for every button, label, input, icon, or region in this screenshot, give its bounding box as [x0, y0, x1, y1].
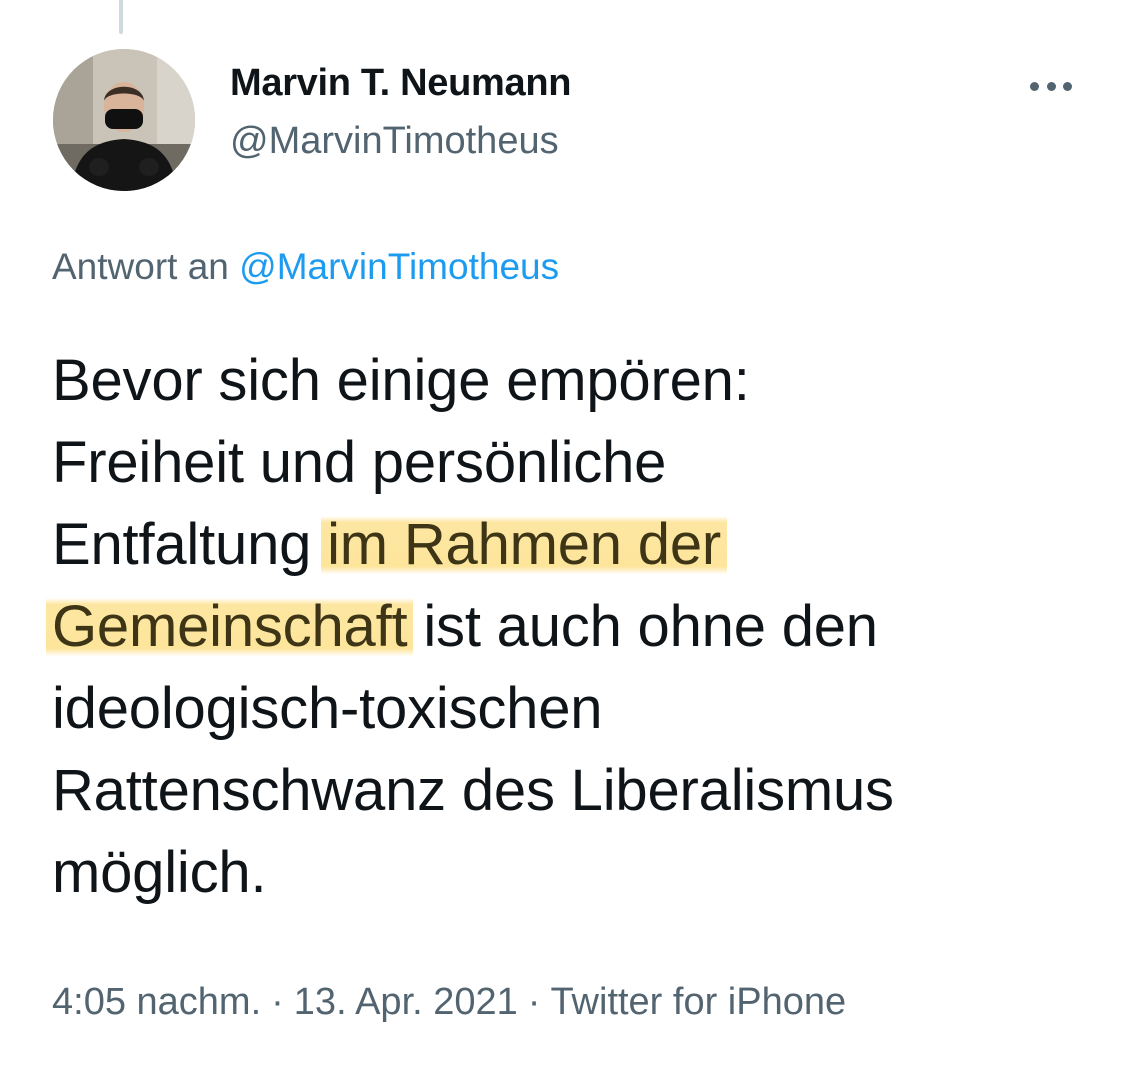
tweet-text-line: Gemeinschaft ist auch ohne den — [46, 586, 1112, 668]
tweet-text-line: Rattenschwanz des Liberalismus — [52, 758, 894, 823]
author-display-name[interactable]: Marvin T. Neumann — [230, 62, 571, 105]
meta-separator: · — [527, 981, 541, 1023]
meta-separator: · — [271, 981, 284, 1023]
tweet-text: Bevor sich einige empören: Freiheit und … — [46, 340, 1112, 914]
thread-connector-line — [119, 0, 123, 34]
more-options-button[interactable] — [1022, 66, 1080, 106]
highlighted-text: im Rahmen der — [321, 512, 728, 577]
reply-mention-link[interactable]: @MarvinTimotheus — [239, 246, 559, 287]
tweet-text-line: Freiheit und persönliche — [52, 430, 667, 495]
tweet-text-segment: ist auch ohne den — [407, 594, 878, 659]
tweet-text-line: Entfaltung im Rahmen der — [52, 504, 1112, 586]
tweet-source-link[interactable]: Twitter for iPhone — [550, 981, 846, 1023]
more-horizontal-icon — [1030, 81, 1039, 91]
tweet-text-segment: Entfaltung — [52, 512, 328, 577]
highlighted-text: Gemeinschaft — [46, 594, 414, 659]
reply-context: Antwort an @MarvinTimotheus — [52, 246, 559, 288]
person-avatar-icon — [53, 49, 195, 191]
tweet-date[interactable]: 13. Apr. 2021 — [294, 981, 518, 1023]
more-horizontal-icon — [1046, 81, 1056, 91]
more-horizontal-icon — [1063, 81, 1072, 91]
tweet-metadata: 4:05 nachm. · 13. Apr. 2021 · Twitter for iP… — [52, 981, 846, 1024]
avatar[interactable] — [53, 49, 195, 191]
tweet-text-line: Bevor sich einige empören: — [52, 348, 750, 413]
tweet-text-line: ideologisch-toxischen — [52, 676, 603, 741]
reply-prefix: Antwort an — [52, 246, 229, 287]
tweet-text-line: möglich. — [52, 840, 267, 905]
author-handle[interactable]: @MarvinTimotheus — [230, 120, 559, 163]
tweet-time[interactable]: 4:05 nachm. — [52, 981, 261, 1023]
